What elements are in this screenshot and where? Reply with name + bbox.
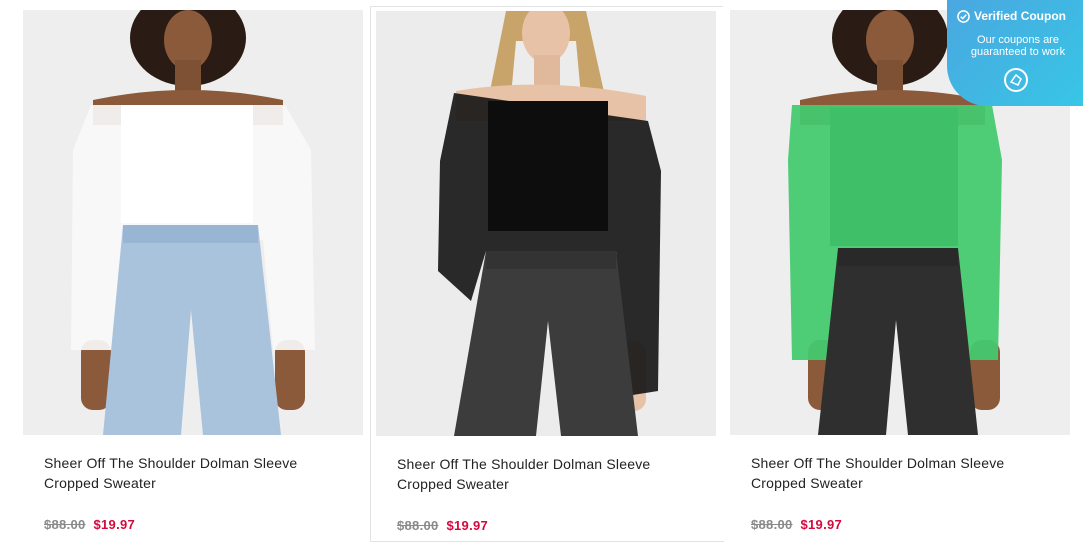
sale-price: $19.97 [446,518,489,533]
product-card[interactable]: Sheer Off The Shoulder Dolman Sleeve Cro… [370,6,724,542]
product-price: $88.00 $19.97 [751,517,842,532]
coupon-header: Verified Coupon [957,9,1066,23]
product-price: $88.00 $19.97 [397,518,488,533]
original-price: $88.00 [44,517,86,532]
product-image[interactable] [23,10,363,435]
sale-price: $19.97 [93,517,136,532]
product-card[interactable]: Sheer Off The Shoulder Dolman Sleeve Cro… [16,0,370,541]
check-circle-icon [957,9,970,23]
original-price: $88.00 [397,518,439,533]
product-grid: Sheer Off The Shoulder Dolman Sleeve Cro… [0,0,1083,542]
coupon-subtitle: Our coupons are guaranteed to work [970,34,1066,58]
sale-price: $19.97 [800,517,843,532]
product-title[interactable]: Sheer Off The Shoulder Dolman Sleeve Cro… [397,454,687,494]
coupon-logo-icon [1004,68,1028,92]
model-photo-white [23,10,363,435]
product-image[interactable] [376,11,716,436]
coupon-title: Verified Coupon [974,9,1067,23]
verified-coupon-badge[interactable]: Verified Coupon Our coupons are guarante… [947,0,1083,106]
product-title[interactable]: Sheer Off The Shoulder Dolman Sleeve Cro… [44,453,334,493]
product-title[interactable]: Sheer Off The Shoulder Dolman Sleeve Cro… [751,453,1041,493]
product-price: $88.00 $19.97 [44,517,135,532]
original-price: $88.00 [751,517,793,532]
model-photo-black [376,11,716,436]
